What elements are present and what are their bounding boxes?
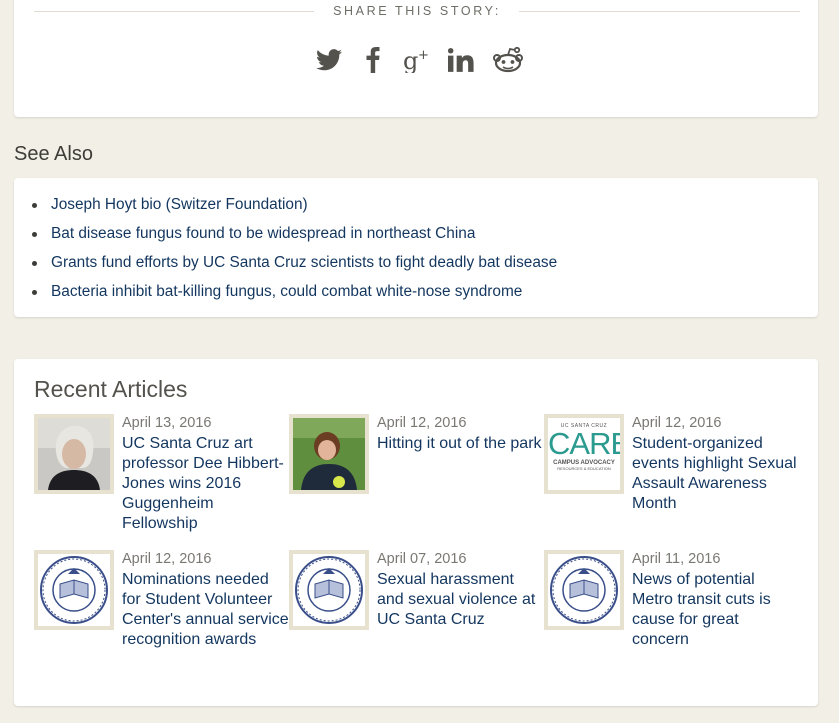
see-also-card: Joseph Hoyt bio (Switzer Foundation) Bat… xyxy=(14,178,818,317)
see-also-link[interactable]: Grants fund efforts by UC Santa Cruz sci… xyxy=(51,254,557,271)
list-item: Grants fund efforts by UC Santa Cruz sci… xyxy=(32,253,557,282)
article-date: April 12, 2016 xyxy=(122,551,212,567)
article-title-link[interactable]: Nominations needed for Student Volunteer… xyxy=(122,570,290,650)
care-logo-bottom2: RESOURCES & EDUCATION xyxy=(557,466,611,471)
uc-seal-icon xyxy=(548,554,620,626)
article-item: April 12, 2016 Hitting it out of the par… xyxy=(289,414,542,544)
see-also-link[interactable]: Bat disease fungus found to be widesprea… xyxy=(51,225,475,242)
softball-player-photo xyxy=(293,418,365,490)
article-thumbnail[interactable] xyxy=(34,414,114,494)
article-title-link[interactable]: News of potential Metro transit cuts is … xyxy=(632,570,800,650)
twitter-icon[interactable] xyxy=(314,42,344,78)
svg-text:g: g xyxy=(403,47,418,73)
facebook-icon[interactable] xyxy=(358,42,388,78)
divider xyxy=(519,11,800,12)
google-plus-icon[interactable]: g + xyxy=(402,42,432,78)
recent-articles-heading: Recent Articles xyxy=(34,376,188,402)
article-date: April 07, 2016 xyxy=(377,551,467,567)
article-thumbnail[interactable] xyxy=(289,550,369,630)
list-item: Joseph Hoyt bio (Switzer Foundation) xyxy=(32,195,557,224)
article-title-link[interactable]: Sexual harassment and sexual violence at… xyxy=(377,570,545,630)
article-item: April 12, 2016 Nominations needed for St… xyxy=(34,550,289,680)
bullet xyxy=(32,261,37,266)
portrait-photo xyxy=(38,418,110,490)
recent-articles-card: Recent Articles April 13, 2016 UC Santa … xyxy=(14,359,818,706)
see-also-list: Joseph Hoyt bio (Switzer Foundation) Bat… xyxy=(32,195,557,311)
uc-seal-icon xyxy=(38,554,110,626)
list-item: Bat disease fungus found to be widesprea… xyxy=(32,224,557,253)
article-date: April 12, 2016 xyxy=(377,415,467,431)
article-date: April 12, 2016 xyxy=(632,415,722,431)
linkedin-icon[interactable] xyxy=(446,42,476,78)
article-thumbnail[interactable] xyxy=(289,414,369,494)
article-title-link[interactable]: Hitting it out of the park xyxy=(377,434,545,454)
uc-seal-icon xyxy=(293,554,365,626)
see-also-link[interactable]: Joseph Hoyt bio (Switzer Foundation) xyxy=(51,196,308,213)
bullet xyxy=(32,203,37,208)
care-logo: UC SANTA CRUZ CARE CAMPUS ADVOCACY RESOU… xyxy=(548,418,620,490)
share-icons: g + xyxy=(314,42,526,78)
article-title-link[interactable]: Student-organized events highlight Sexua… xyxy=(632,434,800,514)
article-item: UC SANTA CRUZ CARE CAMPUS ADVOCACY RESOU… xyxy=(544,414,797,544)
see-also-link[interactable]: Bacteria inhibit bat-killing fungus, cou… xyxy=(51,283,522,300)
share-title-row: SHARE THIS STORY: xyxy=(34,4,800,18)
article-thumbnail[interactable] xyxy=(544,550,624,630)
article-date: April 13, 2016 xyxy=(122,415,212,431)
article-title-link[interactable]: UC Santa Cruz art professor Dee Hibbert-… xyxy=(122,434,290,534)
article-item: April 11, 2016 News of potential Metro t… xyxy=(544,550,794,680)
bullet xyxy=(32,290,37,295)
article-thumbnail[interactable]: UC SANTA CRUZ CARE CAMPUS ADVOCACY RESOU… xyxy=(544,414,624,494)
article-thumbnail[interactable] xyxy=(34,550,114,630)
see-also-heading: See Also xyxy=(14,143,93,165)
svg-text:+: + xyxy=(418,48,429,63)
care-logo-word: CARE xyxy=(548,426,620,461)
list-item: Bacteria inhibit bat-killing fungus, cou… xyxy=(32,282,557,311)
share-card: SHARE THIS STORY: g + xyxy=(14,0,818,117)
reddit-icon[interactable] xyxy=(490,42,526,78)
article-date: April 11, 2016 xyxy=(632,551,721,567)
bullet xyxy=(32,232,37,237)
article-item: April 07, 2016 Sexual harassment and sex… xyxy=(289,550,539,680)
article-item: April 13, 2016 UC Santa Cruz art profess… xyxy=(34,414,284,544)
